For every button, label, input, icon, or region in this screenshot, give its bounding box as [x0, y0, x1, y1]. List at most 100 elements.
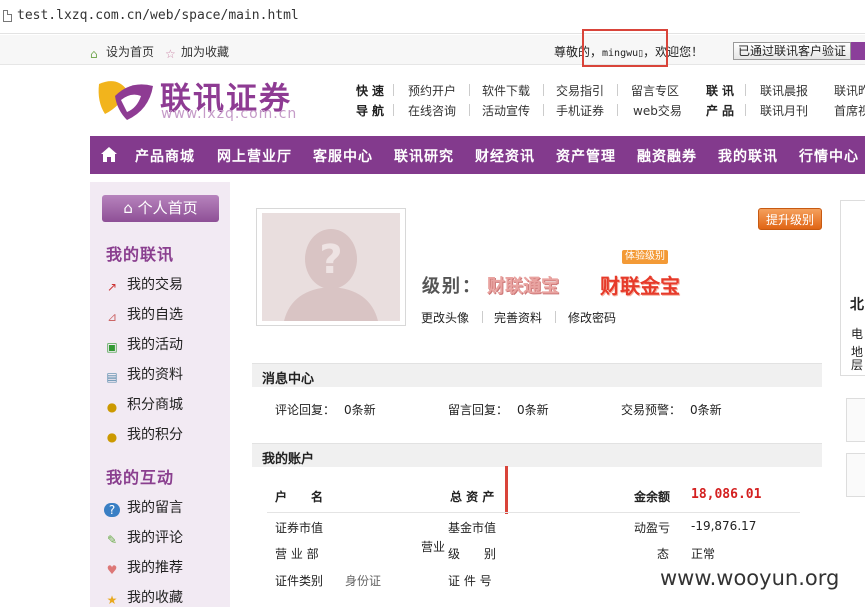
nav-my-lianxun[interactable]: 我的联讯	[718, 146, 778, 166]
nav-margin[interactable]: 融资融券	[637, 146, 697, 166]
avatar[interactable]: ?	[256, 208, 406, 326]
svg-text:?: ?	[319, 237, 342, 283]
sidebar-heading-my: 我的联讯	[106, 245, 175, 264]
sidebar-label: 我的推荐	[127, 560, 183, 576]
sidebar-label: 我的交易	[127, 277, 183, 293]
nav-research[interactable]: 联讯研究	[394, 146, 454, 166]
quicknav-link[interactable]: web交易	[633, 102, 682, 119]
message-reply-label: 留言回复：	[448, 403, 509, 417]
home-icon: ⌂	[90, 47, 98, 61]
id-type-value: 身份证	[345, 574, 382, 588]
set-home-label: 设为首页	[106, 45, 155, 59]
quicknav-heading-1: 快速	[356, 84, 389, 98]
fund-value-label: 基金市值	[448, 521, 497, 535]
page-icon	[3, 10, 12, 22]
star-icon: ★	[106, 593, 118, 607]
quicknav-link[interactable]: 交易指引	[556, 82, 604, 99]
quicknav-link[interactable]: 联讯晨报	[760, 82, 808, 99]
sidebar-item-trade[interactable]: ↗ 我的交易	[104, 274, 183, 294]
message-center-title: 消息中心	[262, 372, 315, 387]
separator	[617, 84, 618, 96]
account-title: 我的账户	[262, 452, 315, 467]
home-icon[interactable]	[100, 146, 118, 164]
verify-status-button[interactable]: 已通过联讯客户验证	[733, 42, 852, 60]
quicknav-link[interactable]: 预约开户	[408, 82, 456, 99]
trade-alert-label: 交易预警：	[621, 403, 682, 417]
nav-finance-news[interactable]: 财经资讯	[475, 146, 535, 166]
sidebar-label: 我的留言	[127, 500, 183, 516]
total-assets-label: 总 资 产	[450, 490, 495, 504]
quicknav-link[interactable]: 软件下载	[482, 82, 530, 99]
sidebar-label: 我的收藏	[127, 590, 183, 606]
nav-asset-mgmt[interactable]: 资产管理	[556, 146, 616, 166]
sidebar-item-profile[interactable]: ▤ 我的资料	[104, 364, 183, 384]
quicknav-link[interactable]: 联讯月刊	[760, 102, 808, 119]
add-favorite-link[interactable]: ☆ 加为收藏	[165, 43, 229, 60]
nav-service[interactable]: 客服中心	[313, 146, 373, 166]
right-widget[interactable]	[846, 453, 865, 497]
right-card-title: 北	[850, 297, 864, 313]
sidebar-item-messages[interactable]: ? 我的留言	[104, 497, 183, 517]
logo-icon[interactable]	[97, 76, 155, 122]
trade-alert-value[interactable]: 0条新	[690, 401, 722, 418]
edit-icon: ✎	[106, 533, 118, 547]
home-icon: ⌂	[123, 199, 133, 217]
message-reply-value[interactable]: 0条新	[517, 401, 549, 418]
right-widget[interactable]	[846, 398, 865, 442]
sidebar-item-activity[interactable]: ▣ 我的活动	[104, 334, 183, 354]
separator	[543, 84, 544, 96]
next-level[interactable]: 财联金宝	[600, 270, 680, 299]
upgrade-level-button[interactable]: 提升级别	[758, 208, 822, 230]
quicknav-heading-3: 联讯	[706, 84, 739, 98]
sidebar-item-points-mall[interactable]: ● 积分商城	[104, 394, 183, 414]
separator	[393, 104, 394, 116]
thumbs-up-icon: ♥	[106, 563, 118, 577]
set-home-link[interactable]: ⌂ 设为首页	[90, 43, 154, 60]
avatar-placeholder: ?	[262, 213, 400, 321]
nav-online-hall[interactable]: 网上营业厅	[217, 146, 292, 166]
watermark: www.wooyun.org	[660, 566, 840, 590]
sidebar-label: 我的资料	[127, 367, 183, 383]
sidebar-item-favorites[interactable]: ★ 我的收藏	[104, 587, 183, 607]
account-level-label: 级 别	[448, 547, 497, 561]
extra-button[interactable]	[851, 42, 865, 60]
complete-profile-link[interactable]: 完善资料	[494, 309, 542, 326]
status-value: 正常	[691, 547, 716, 561]
sidebar-item-points[interactable]: ● 我的积分	[104, 424, 183, 444]
quicknav-link[interactable]: 活动宣传	[482, 102, 530, 119]
change-avatar-link[interactable]: 更改头像	[421, 309, 469, 326]
quicknav-link[interactable]: 首席视	[834, 102, 865, 119]
quicknav-link[interactable]: 留言专区	[631, 82, 679, 99]
sidebar-item-comments[interactable]: ✎ 我的评论	[104, 527, 183, 547]
url-text[interactable]: test.lxzq.com.cn/web/space/main.html	[17, 8, 299, 23]
quicknav-link[interactable]: 手机证券	[556, 102, 604, 119]
sidebar-label: 我的评论	[127, 530, 183, 546]
balance-value: 18,086.01	[691, 487, 762, 502]
message-center-header: 消息中心	[252, 363, 822, 387]
id-number-label: 证 件 号	[448, 574, 492, 588]
pnl-label: 动盈亏	[634, 521, 671, 535]
logo-url: www.lxzq.com.cn	[161, 106, 298, 122]
separator	[469, 84, 470, 96]
comment-reply-value[interactable]: 0条新	[344, 401, 376, 418]
nav-products[interactable]: 产品商城	[135, 146, 195, 166]
sidebar-label: 我的自选	[127, 307, 183, 323]
separator	[617, 104, 618, 116]
separator	[482, 311, 483, 323]
change-password-link[interactable]: 修改密码	[568, 309, 616, 326]
sidebar-item-watchlist[interactable]: ⊿ 我的自选	[104, 304, 183, 324]
quicknav-link[interactable]: 联讯昨	[834, 82, 865, 99]
account-header: 我的账户	[252, 443, 822, 467]
status-label: 态	[657, 547, 670, 561]
current-level: 财联通宝	[487, 276, 559, 297]
separator	[745, 84, 746, 96]
quicknav-link[interactable]: 在线咨询	[408, 102, 456, 119]
personal-home-button[interactable]: ⌂ 个人首页	[102, 195, 219, 222]
user-silhouette-icon: ?	[284, 229, 378, 321]
sidebar-item-recommend[interactable]: ♥ 我的推荐	[104, 557, 183, 577]
separator	[543, 104, 544, 116]
trial-level-badge: 体验级别	[622, 250, 668, 264]
separator	[745, 104, 746, 116]
question-icon: ?	[104, 503, 120, 517]
nav-market[interactable]: 行情中心	[799, 146, 859, 166]
